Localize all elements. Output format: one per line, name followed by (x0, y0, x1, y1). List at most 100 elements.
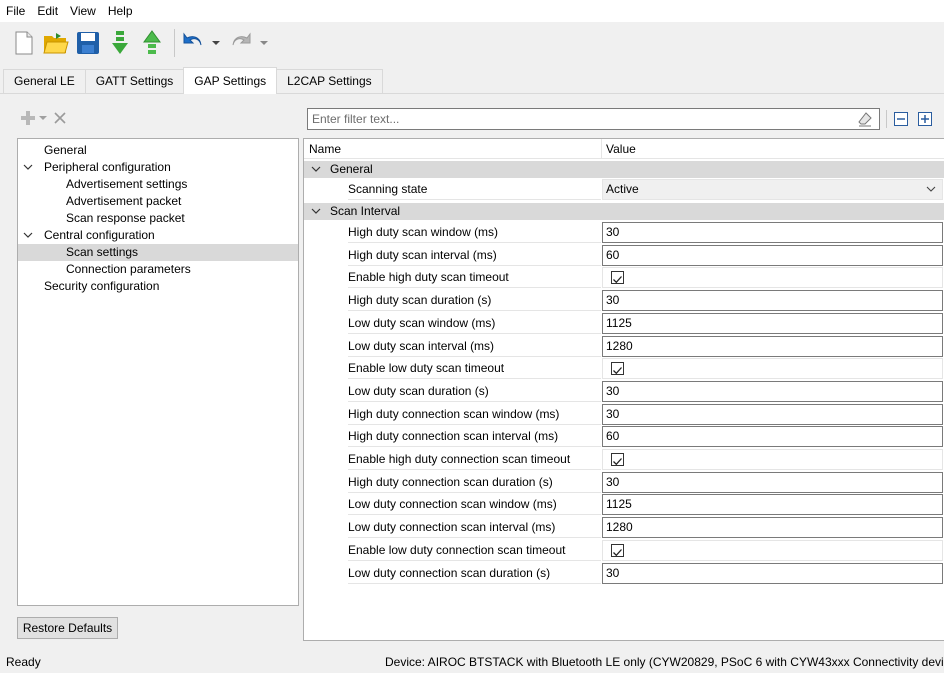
property-row: Low duty connection scan interval (ms) 12… (304, 517, 944, 538)
tree-item-scan-response-packet[interactable]: Scan response packet (18, 210, 298, 227)
property-value-input[interactable]: 30 (602, 404, 943, 425)
filter-separator (886, 110, 887, 128)
save-icon[interactable] (74, 28, 102, 58)
checkbox[interactable] (611, 544, 624, 557)
tree-item-peripheral-configuration[interactable]: Peripheral configuration (18, 159, 298, 176)
property-name: Low duty connection scan interval (ms) (348, 517, 601, 538)
export-icon[interactable] (138, 28, 166, 58)
filter-placeholder: Enter filter text... (312, 112, 400, 126)
toolbar (0, 22, 944, 64)
property-row: Enable low duty connection scan timeout (304, 540, 944, 561)
restore-defaults-button[interactable]: Restore Defaults (17, 617, 118, 639)
property-name: Enable high duty scan timeout (348, 267, 601, 288)
property-row: Enable high duty scan timeout (304, 267, 944, 288)
tree-item-advertisement-packet[interactable]: Advertisement packet (18, 193, 298, 210)
redo-icon (227, 28, 255, 58)
status-bar: Ready Device: AIROC BTSTACK with Bluetoo… (0, 651, 944, 673)
tree-item-label: Scan settings (66, 245, 139, 259)
tree-item-label: Scan response packet (66, 211, 185, 225)
tree-item-label: Central configuration (44, 228, 155, 242)
tab-gap-settings[interactable]: GAP Settings (183, 67, 278, 94)
property-name: Low duty connection scan duration (s) (348, 563, 601, 584)
new-file-icon[interactable] (10, 28, 38, 58)
property-value-input[interactable]: 60 (602, 426, 943, 447)
tree-item-label: Security configuration (44, 279, 160, 293)
property-row: High duty connection scan window (ms) 30 (304, 404, 944, 425)
property-value-input[interactable]: 1125 (602, 494, 943, 515)
status-text: Ready (6, 655, 41, 669)
tree-item-label: Connection parameters (66, 262, 191, 276)
column-header-name: Name (309, 142, 342, 156)
collapse-all-icon[interactable] (894, 112, 908, 126)
tree-item-general[interactable]: General (18, 142, 298, 159)
tree-item-connection-parameters[interactable]: Connection parameters (18, 261, 298, 278)
eraser-icon[interactable] (857, 111, 873, 127)
property-name: Low duty scan interval (ms) (348, 336, 601, 357)
property-name: Low duty scan duration (s) (348, 381, 601, 402)
property-value-input[interactable]: 1280 (602, 517, 943, 538)
property-value-input[interactable]: 60 (602, 245, 943, 266)
property-row: Low duty connection scan duration (s) 30 (304, 563, 944, 584)
property-row: High duty scan duration (s) 30 (304, 290, 944, 311)
select-value: Active (606, 182, 639, 196)
undo-icon[interactable] (179, 28, 207, 58)
tree-item-central-configuration[interactable]: Central configuration (18, 227, 298, 244)
scanning-state-select[interactable]: Active (602, 179, 943, 200)
property-value-input[interactable]: 1280 (602, 336, 943, 357)
checkmark-icon (613, 276, 622, 284)
property-row: High duty scan interval (ms) 60 (304, 245, 944, 266)
menu-view[interactable]: View (64, 0, 102, 22)
tree-item-security-configuration[interactable]: Security configuration (18, 278, 298, 295)
property-value-input[interactable]: 30 (602, 290, 943, 311)
tree-item-label: Advertisement packet (66, 194, 182, 208)
property-value-input[interactable]: 30 (602, 563, 943, 584)
category-label: General (330, 162, 373, 176)
tab-l2cap-settings[interactable]: L2CAP Settings (276, 69, 383, 93)
settings-tree: General Peripheral configuration Adverti… (17, 138, 299, 606)
tree-item-label: General (44, 143, 87, 157)
import-icon[interactable] (106, 28, 134, 58)
property-name: High duty scan window (ms) (348, 222, 601, 243)
column-header-value: Value (606, 142, 636, 156)
property-name: Enable low duty connection scan timeout (348, 540, 601, 561)
undo-dropdown-icon[interactable] (211, 28, 221, 58)
open-folder-icon[interactable] (42, 28, 70, 58)
property-value-input[interactable]: 30 (602, 381, 943, 402)
menu-file[interactable]: File (0, 0, 31, 22)
menu-help[interactable]: Help (102, 0, 139, 22)
category-general[interactable]: General (304, 161, 944, 178)
tree-item-advertisement-settings[interactable]: Advertisement settings (18, 176, 298, 193)
tab-gatt-settings[interactable]: GATT Settings (84, 69, 185, 93)
checkbox[interactable] (611, 271, 624, 284)
property-row: Enable low duty scan timeout (304, 358, 944, 379)
tree-item-scan-settings[interactable]: Scan settings (18, 244, 298, 261)
expand-all-icon[interactable] (918, 112, 932, 126)
menu-edit[interactable]: Edit (31, 0, 64, 22)
add-icon (20, 110, 36, 126)
property-checkbox-cell (602, 267, 943, 288)
column-separator (601, 139, 602, 159)
tab-bar: General LE GATT Settings GAP Settings L2… (0, 67, 944, 94)
property-name: Scanning state (348, 179, 601, 200)
menu-bar: File Edit View Help (0, 0, 944, 22)
property-grid: Name Value General Scanning state Active… (303, 138, 944, 641)
property-value-input[interactable]: 1125 (602, 313, 943, 334)
property-name: Low duty connection scan window (ms) (348, 494, 601, 515)
grid-header: Name Value (304, 139, 944, 159)
property-row-scanning-state: Scanning state Active (304, 179, 944, 200)
property-row: High duty connection scan duration (s) 30 (304, 472, 944, 493)
checkbox[interactable] (611, 453, 624, 466)
device-info: Device: AIROC BTSTACK with Bluetooth LE … (385, 655, 944, 669)
property-name: High duty connection scan interval (ms) (348, 426, 601, 447)
delete-icon (53, 110, 67, 126)
category-label: Scan Interval (330, 204, 401, 218)
property-name: High duty connection scan window (ms) (348, 404, 601, 425)
property-value-input[interactable]: 30 (602, 472, 943, 493)
property-checkbox-cell (602, 540, 943, 561)
tab-general-le[interactable]: General LE (3, 69, 86, 93)
dropdown-icon (39, 110, 49, 126)
category-scan-interval[interactable]: Scan Interval (304, 203, 944, 220)
property-value-input[interactable]: 30 (602, 222, 943, 243)
filter-input[interactable]: Enter filter text... (307, 108, 880, 130)
checkbox[interactable] (611, 362, 624, 375)
